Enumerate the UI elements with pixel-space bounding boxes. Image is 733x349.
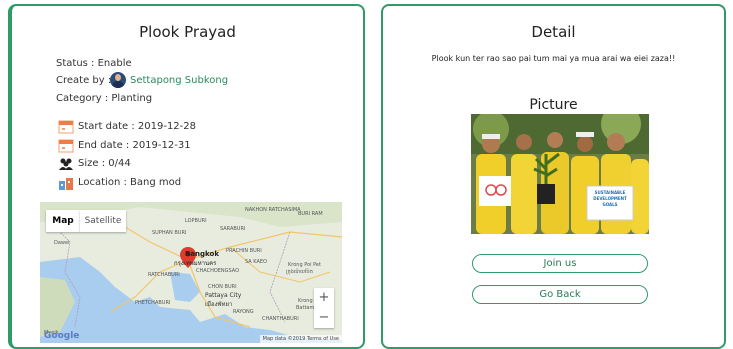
map-label: BURI RAM xyxy=(298,211,323,217)
photo-image xyxy=(471,114,649,234)
size-text: Size : 0/44 xyxy=(78,158,131,169)
detail-title: Detail xyxy=(531,23,576,41)
event-info-card: Plook Prayad Status : Enable Create by :… xyxy=(8,4,365,349)
category-text: Category : Planting xyxy=(56,93,153,104)
map-label: NAKHON RATCHASIMA xyxy=(245,207,301,213)
location-map[interactable]: LOPBURI SUPHAN BURI SARABURI NAKHON RATC… xyxy=(40,202,342,343)
map-label: เมืองพัทยา xyxy=(205,301,233,308)
map-label: Krong Poi Pet xyxy=(288,262,321,268)
go-back-button[interactable]: Go Back xyxy=(472,285,648,304)
start-date: Start date : 2019-12-28 xyxy=(78,121,196,132)
calendar-icon xyxy=(58,139,74,153)
map-label: SUPHAN BURI xyxy=(152,230,187,236)
map-label: RAYONG xyxy=(233,309,254,315)
people-icon xyxy=(59,158,73,170)
map-label: PHETCHABURI xyxy=(135,300,171,306)
map-label: Dawei xyxy=(54,240,70,246)
detail-card: Detail Plook kun ter rao sao pai tum mai… xyxy=(381,4,726,349)
map-label: SA KAEO xyxy=(245,259,267,265)
map-label-bangkok: Bangkok xyxy=(185,250,219,258)
map-label-bangkok-th: กรุงเทพมหานคร xyxy=(174,260,217,267)
location-text: Location : Bang mod xyxy=(78,177,182,188)
map-label: PRACHIN BURI xyxy=(226,248,262,254)
map-label: LOPBURI xyxy=(185,218,207,224)
map-type-map-button[interactable]: Map xyxy=(46,210,80,232)
end-date: End date : 2019-12-31 xyxy=(78,140,191,151)
map-label: Pattaya City xyxy=(205,292,242,299)
map-label: ក្រុងប៉ោយប៉ែត xyxy=(286,269,313,275)
map-label: CHACHOENGSAO xyxy=(196,268,240,274)
event-photo: SUSTAINABLE DEVELOPMENT GOALS xyxy=(471,114,649,234)
join-us-button[interactable]: Join us xyxy=(472,254,648,273)
status-text: Status : Enable xyxy=(56,58,132,69)
calendar-icon xyxy=(58,120,74,134)
zoom-out-button[interactable]: − xyxy=(314,308,334,328)
map-label: SARABURI xyxy=(220,226,246,232)
map-label: CHANTHABURI xyxy=(262,316,299,322)
zoom-in-button[interactable]: + xyxy=(314,288,334,308)
map-type-satellite-button[interactable]: Satellite xyxy=(80,210,126,232)
map-attribution[interactable]: Map data ©2019 Terms of Use xyxy=(259,335,342,343)
map-label: RATCHABURI xyxy=(148,272,180,278)
detail-description: Plook kun ter rao sao pai tum mai ya mua… xyxy=(431,54,676,63)
create-by-label: Create by : xyxy=(56,75,112,86)
photo-sign-text: SUSTAINABLE DEVELOPMENT GOALS xyxy=(593,190,627,207)
avatar xyxy=(110,72,126,88)
zoom-controls: + − xyxy=(314,288,334,328)
map-label: CHON BURI xyxy=(208,284,237,290)
picture-title: Picture xyxy=(529,97,578,113)
map-label: Krong xyxy=(298,298,313,304)
creator-link[interactable]: Settapong Subkong xyxy=(130,75,228,86)
google-logo: Google xyxy=(44,331,80,341)
location-icon xyxy=(59,178,73,190)
event-title: Plook Prayad xyxy=(139,23,236,41)
